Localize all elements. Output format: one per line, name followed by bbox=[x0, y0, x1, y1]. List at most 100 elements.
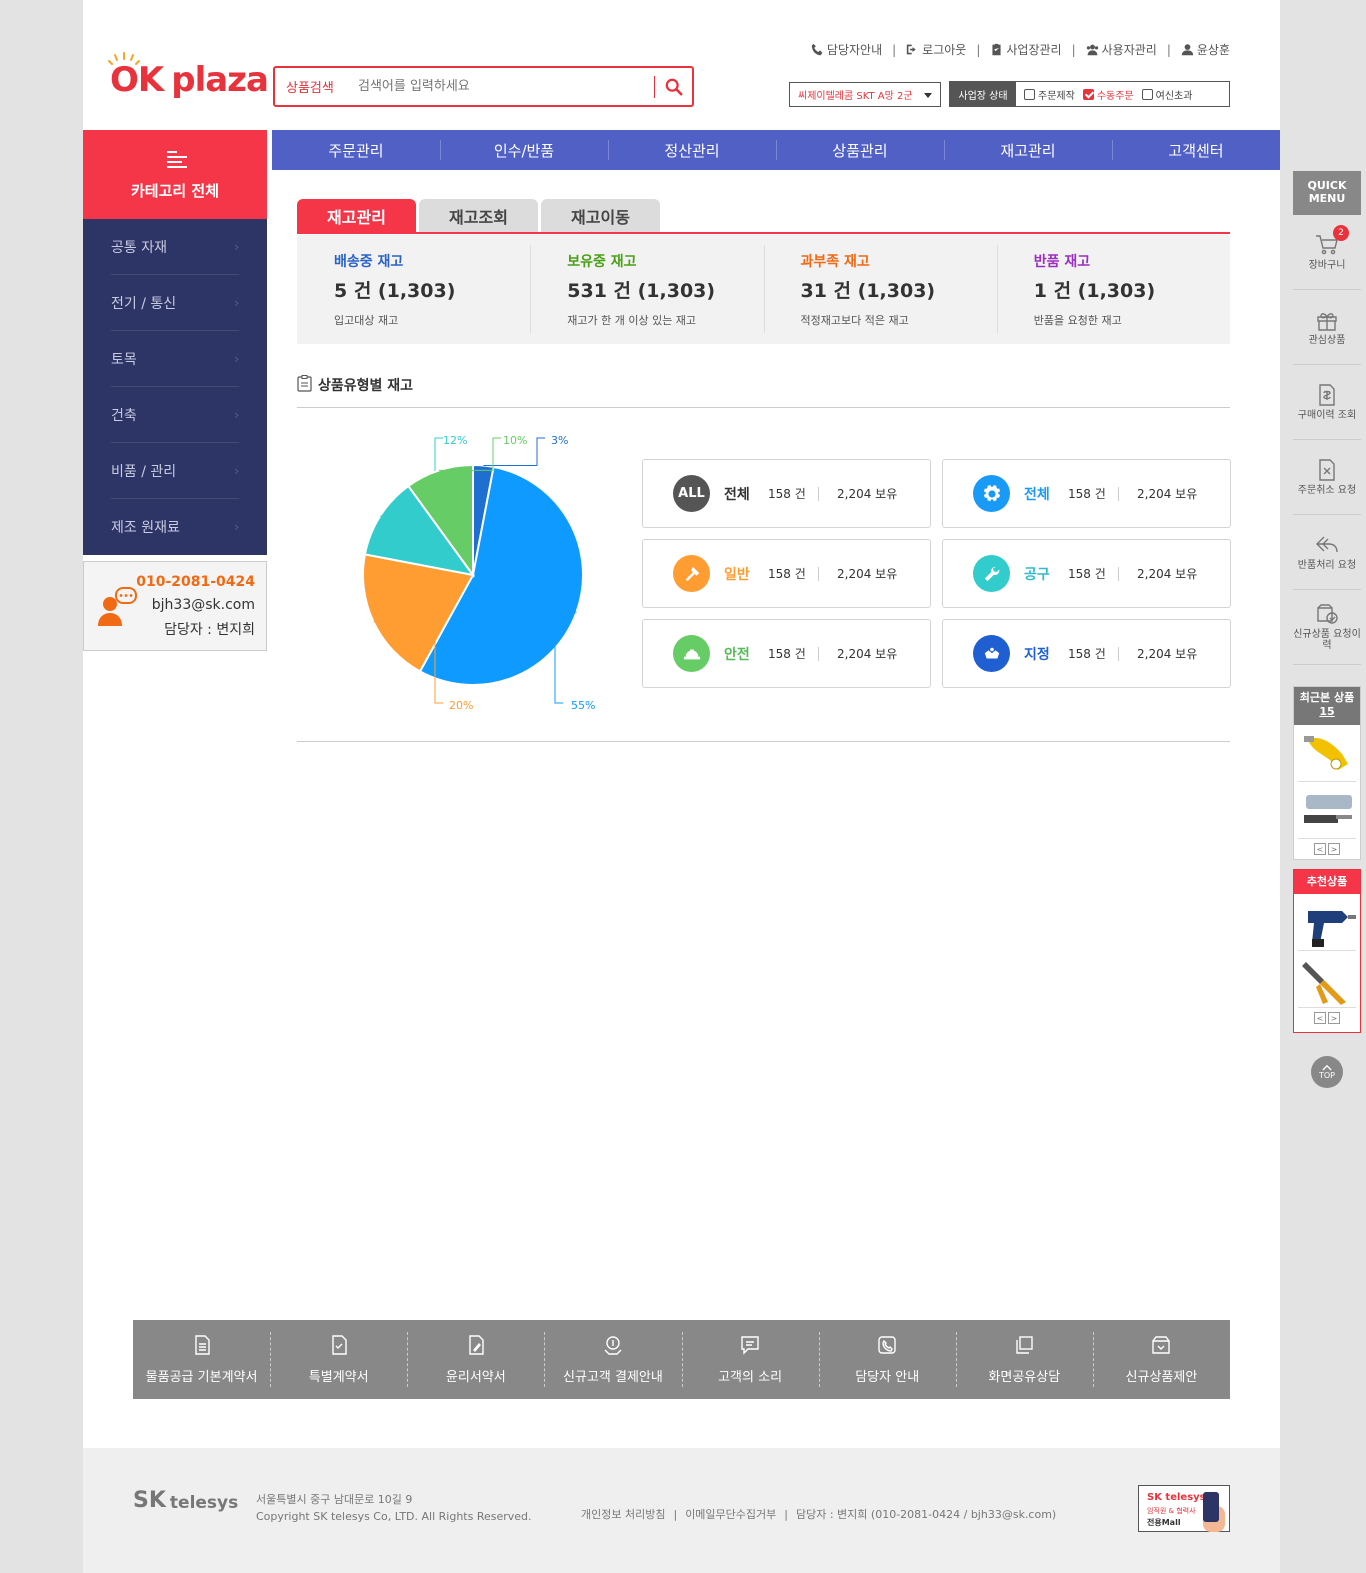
recommended-pager: < > bbox=[1294, 1012, 1360, 1024]
footer-link-payment-guide[interactable]: 신규고객 결제안내 bbox=[544, 1320, 681, 1399]
quick-menu-new-product-history[interactable]: 신규상품 요청이력 bbox=[1293, 590, 1361, 665]
card-divider bbox=[818, 646, 819, 661]
product-type-card[interactable]: 일반 158 건 2,204 보유 bbox=[642, 539, 931, 608]
recommended-product-thumb[interactable] bbox=[1298, 954, 1356, 1008]
util-user-manage-label: 사용자관리 bbox=[1101, 43, 1157, 57]
tab-inventory-search[interactable]: 재고조회 bbox=[419, 199, 538, 232]
category-item[interactable]: 공통 자재 › bbox=[111, 219, 239, 275]
summary-holding[interactable]: 보유중 재고 531 건 (1,303) 재고가 한 개 이상 있는 재고 bbox=[530, 235, 763, 344]
category-all-title: 카테고리 전체 bbox=[130, 182, 220, 200]
copyright: Copyright SK telesys Co, LTD. All Rights… bbox=[256, 1510, 532, 1523]
prev-arrow-icon[interactable]: < bbox=[1314, 1012, 1326, 1024]
quick-menu-cancel-order[interactable]: 주문취소 요청 bbox=[1293, 440, 1361, 515]
logo[interactable]: OK plaza bbox=[108, 52, 269, 102]
status-option-label: 주문제작 bbox=[1038, 90, 1075, 102]
contact-manager: 담당자 : 변지희 bbox=[164, 622, 255, 638]
category-item[interactable]: 전기 / 통신 › bbox=[111, 275, 239, 331]
status-checkbox-custom-order[interactable]: 주문제작 bbox=[1024, 87, 1075, 102]
summary-shipping[interactable]: 배송중 재고 5 건 (1,303) 입고대상 재고 bbox=[297, 235, 530, 344]
card-count: 158 건 bbox=[1068, 487, 1106, 501]
scroll-top-button[interactable]: TOP bbox=[1311, 1056, 1343, 1088]
summary-value: 531 건 (1,303) bbox=[567, 280, 716, 302]
prev-arrow-icon[interactable]: < bbox=[1314, 843, 1326, 855]
designated-icon bbox=[973, 635, 1010, 672]
summary-desc: 입고대상 재고 bbox=[334, 314, 399, 327]
tab-inventory-manage[interactable]: 재고관리 bbox=[297, 199, 416, 232]
status-checkbox-manual-order[interactable]: 수동주문 bbox=[1082, 87, 1134, 102]
summary-title: 과부족 재고 bbox=[800, 254, 870, 270]
quick-menu-cart[interactable]: 2 장바구니 bbox=[1293, 215, 1361, 290]
quick-menu-purchase-history[interactable]: 구매이력 조회 bbox=[1293, 365, 1361, 440]
category-item[interactable]: 제조 원재료 › bbox=[111, 499, 239, 555]
category-item[interactable]: 건축 › bbox=[111, 387, 239, 443]
util-site-manage[interactable]: 사업장관리 bbox=[990, 41, 1062, 58]
tab-inventory-move[interactable]: 재고이동 bbox=[541, 199, 660, 232]
mall-title: 전용Mall bbox=[1147, 1518, 1181, 1527]
contact-email: bjh33@sk.com bbox=[151, 597, 255, 613]
phone-icon bbox=[878, 1336, 896, 1354]
pie-slice-label: 20% bbox=[449, 699, 473, 712]
email-refusal-link[interactable]: 이메일무단수집거부 bbox=[685, 1508, 776, 1521]
pie-slice-label: 10% bbox=[503, 434, 527, 447]
chevron-right-icon: › bbox=[234, 239, 239, 254]
footer-link-screen-share[interactable]: 화면공유상담 bbox=[955, 1320, 1093, 1399]
scroll-top-label: TOP bbox=[1318, 1071, 1335, 1080]
site-select[interactable]: 씨제이텔레콤 SKT A망 2군 bbox=[789, 82, 941, 107]
summary-title: 보유중 재고 bbox=[567, 254, 637, 270]
summary-value: 5 건 (1,303) bbox=[334, 280, 456, 302]
next-arrow-icon[interactable]: > bbox=[1328, 843, 1340, 855]
recent-products-count[interactable]: 15 bbox=[1294, 705, 1360, 719]
footer-link-customer-voice[interactable]: 고객의 소리 bbox=[681, 1320, 819, 1399]
nav-item-receipt-return[interactable]: 인수/반품 bbox=[440, 130, 608, 170]
recent-product-thumb[interactable] bbox=[1298, 785, 1356, 839]
product-type-card[interactable]: 안전 158 건 2,204 보유 bbox=[642, 619, 931, 688]
product-type-card[interactable]: 지정 158 건 2,204 보유 bbox=[942, 619, 1231, 688]
footer-link-ethics-pledge[interactable]: 윤리서약서 bbox=[407, 1320, 544, 1399]
category-item-label: 토목 bbox=[111, 351, 137, 368]
category-item[interactable]: 비품 / 관리 › bbox=[111, 443, 239, 499]
product-type-card[interactable]: 공구 158 건 2,204 보유 bbox=[942, 539, 1231, 608]
privacy-policy-link[interactable]: 개인정보 처리방침 bbox=[581, 1508, 665, 1521]
util-user-manage[interactable]: 사용자관리 bbox=[1086, 41, 1157, 58]
product-type-cards: ALL 전체 158 건 2,204 보유 전체 158 건 2,204 보유 일반 158 건… bbox=[642, 459, 1231, 688]
footer-link-new-product[interactable]: 신규상품제안 bbox=[1092, 1320, 1230, 1399]
employee-mall-banner[interactable]: SK telesys 임직원 & 협력사 전용Mall bbox=[1138, 1485, 1230, 1532]
category-all-button[interactable]: 카테고리 전체 bbox=[83, 130, 267, 219]
quick-menu-label: 장바구니 bbox=[1308, 259, 1346, 271]
summary-shortage[interactable]: 과부족 재고 31 건 (1,303) 적정재고보다 적은 재고 bbox=[763, 235, 997, 344]
nav-item-inventory[interactable]: 재고관리 bbox=[944, 130, 1112, 170]
chevron-right-icon: › bbox=[234, 295, 239, 310]
summary-return[interactable]: 반품 재고 1 건 (1,303) 반품을 요청한 재고 bbox=[996, 235, 1230, 344]
card-stock: 2,204 보유 bbox=[1137, 567, 1198, 581]
status-checkbox-credit-over[interactable]: 여신초과 bbox=[1141, 87, 1192, 102]
product-type-card[interactable]: ALL 전체 158 건 2,204 보유 bbox=[642, 459, 931, 528]
pie-slice-label: 3% bbox=[551, 434, 568, 447]
drill-image bbox=[1308, 911, 1356, 947]
recent-product-thumb[interactable] bbox=[1298, 728, 1356, 782]
footer-link-manager-guide[interactable]: 담당자 안내 bbox=[818, 1320, 956, 1399]
card-stock: 2,204 보유 bbox=[837, 567, 898, 581]
nav-item-settlement[interactable]: 정산관리 bbox=[608, 130, 776, 170]
nav-item-customer-center[interactable]: 고객센터 bbox=[1112, 130, 1280, 170]
footer-link-label: 윤리서약서 bbox=[445, 1370, 506, 1385]
recommended-product-thumb[interactable] bbox=[1298, 897, 1356, 951]
footer-link-label: 특별계약서 bbox=[308, 1370, 369, 1385]
footer-link-special-contract[interactable]: 특별계약서 bbox=[270, 1320, 407, 1399]
next-arrow-icon[interactable]: > bbox=[1328, 1012, 1340, 1024]
category-item[interactable]: 토목 › bbox=[111, 331, 239, 387]
util-manager-info[interactable]: 담당자안내 bbox=[811, 41, 882, 58]
quick-menu-return-request[interactable]: 반품처리 요청 bbox=[1293, 515, 1361, 590]
quick-menu-wishlist[interactable]: 관심상품 bbox=[1293, 290, 1361, 365]
summary-desc: 적정재고보다 적은 재고 bbox=[800, 314, 909, 327]
nav-item-order[interactable]: 주문관리 bbox=[272, 130, 440, 170]
chevron-right-icon: › bbox=[234, 407, 239, 422]
util-user-profile[interactable]: 윤상훈 bbox=[1181, 41, 1230, 58]
search-button[interactable] bbox=[654, 76, 692, 98]
util-logout[interactable]: 로그아웃 bbox=[906, 41, 966, 58]
phone-icon bbox=[811, 43, 823, 56]
card-divider bbox=[1118, 486, 1119, 501]
product-type-card[interactable]: 전체 158 건 2,204 보유 bbox=[942, 459, 1231, 528]
nav-item-product[interactable]: 상품관리 bbox=[776, 130, 944, 170]
footer-link-supply-contract[interactable]: 물품공급 기본계약서 bbox=[133, 1320, 270, 1399]
search-input[interactable] bbox=[358, 79, 648, 94]
